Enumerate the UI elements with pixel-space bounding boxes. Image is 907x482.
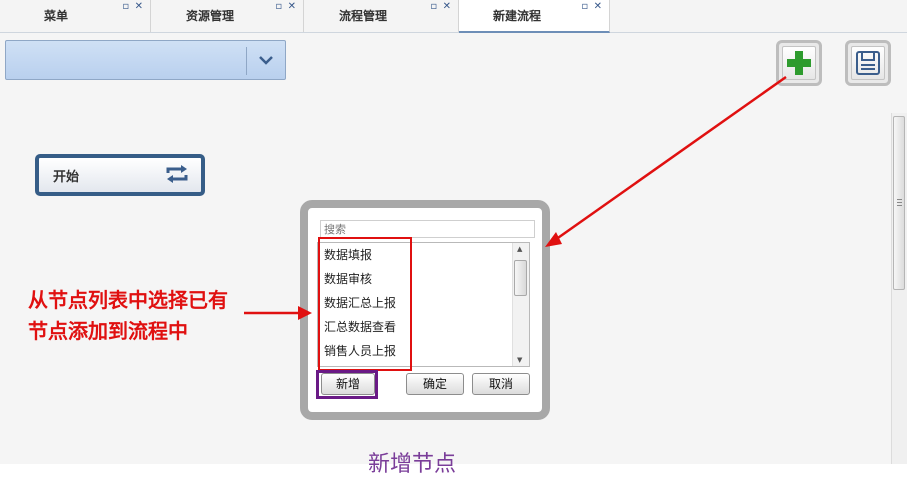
maximize-icon[interactable]: ▫ [430,1,438,12]
maximize-icon[interactable]: ▫ [275,1,283,12]
node-search-input[interactable] [320,220,535,238]
scroll-up-icon[interactable]: ▲ [517,245,522,253]
tab-label: 新建流程 [493,9,542,23]
node-picker-popup: 数据填报 数据审核 数据汇总上报 汇总数据查看 销售人员上报 ▲ ▼ 新增 确定… [300,200,550,420]
close-icon[interactable]: ✕ [594,1,603,12]
tab-resource-management[interactable]: 资源管理 ▫ ✕ [151,0,304,32]
tab-label: 资源管理 [186,9,235,23]
canvas-scrollbar[interactable] [891,113,907,464]
maximize-icon[interactable]: ▫ [581,1,589,12]
maximize-icon[interactable]: ▫ [122,1,130,12]
list-scrollbar-thumb[interactable] [514,260,527,296]
process-select[interactable] [5,40,286,80]
confirm-button[interactable]: 确定 [406,373,464,395]
save-icon [856,51,880,75]
tab-bar: 菜单 ▫ ✕ 资源管理 ▫ ✕ 流程管理 ▫ ✕ 新建流程 ▫ ✕ [0,0,907,33]
add-button-highlight [316,370,378,399]
tab-label: 流程管理 [339,9,388,23]
cancel-button[interactable]: 取消 [472,373,530,395]
list-highlight-box [318,237,412,371]
chevron-down-icon[interactable] [256,50,276,70]
tab-menu[interactable]: 菜单 ▫ ✕ [0,0,151,32]
start-node-label: 开始 [53,170,80,185]
close-icon[interactable]: ✕ [443,1,452,12]
loop-icon[interactable] [165,164,189,184]
start-node[interactable]: 开始 [35,154,205,196]
tab-label: 菜单 [44,9,69,23]
add-node-button[interactable] [776,40,822,86]
annotation-add-node: 新增节点 [368,452,457,477]
annotation-select-existing: 从节点列表中选择已有节点添加到流程中 [28,288,228,343]
list-scrollbar[interactable]: ▲ ▼ [512,243,529,366]
close-icon[interactable]: ✕ [288,1,297,12]
plus-icon [787,51,811,75]
scroll-down-icon[interactable]: ▼ [517,356,522,364]
save-button[interactable] [845,40,891,86]
close-icon[interactable]: ✕ [135,1,144,12]
scrollbar-thumb[interactable] [893,116,905,290]
tab-process-management[interactable]: 流程管理 ▫ ✕ [304,0,459,32]
tab-new-process[interactable]: 新建流程 ▫ ✕ [459,0,610,33]
